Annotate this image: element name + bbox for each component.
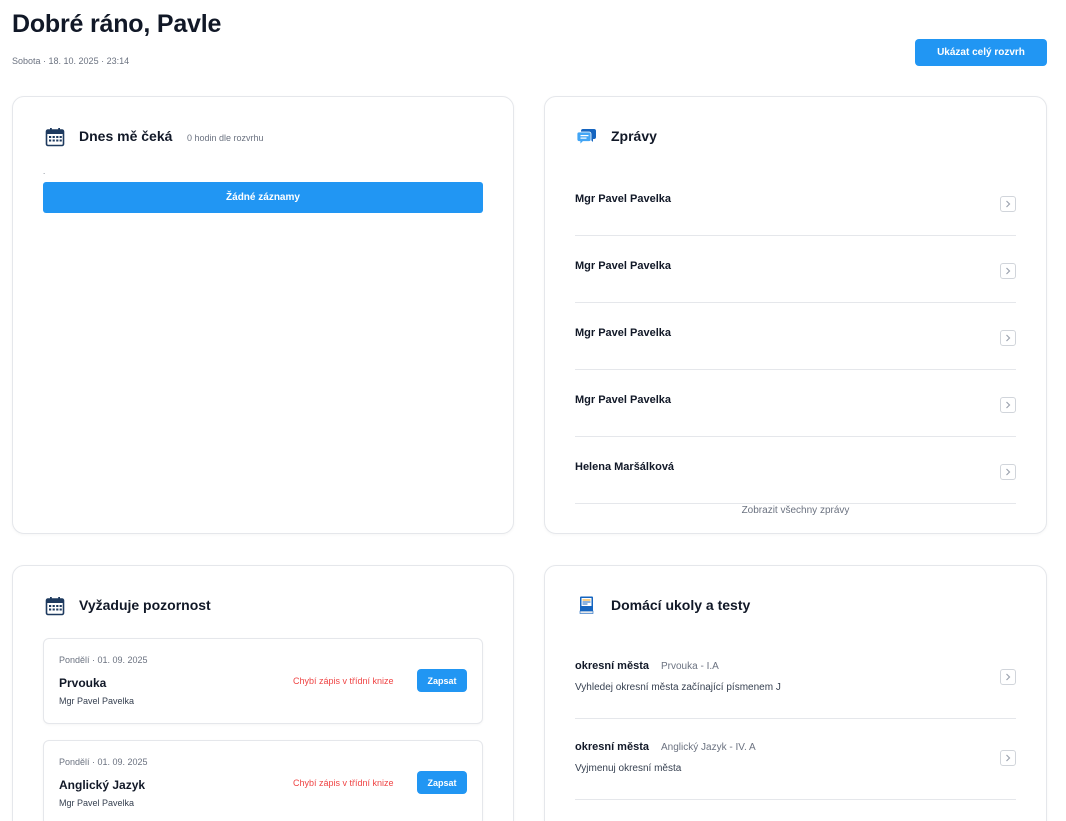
homework-subject: Prvouka - I.A [661, 661, 719, 672]
current-date: Sobota · 18. 10. 2025 · 23:14 [12, 56, 130, 66]
message-sender: Mgr Pavel Pavelka [575, 394, 672, 406]
today-title: Dnes mě čeká [79, 128, 173, 144]
chevron-right-icon[interactable] [1000, 397, 1016, 413]
attention-item: Pondělí · 01. 09. 2025 Anglický Jazyk Mg… [43, 740, 483, 821]
write-entry-button[interactable]: Zapsat [417, 771, 467, 794]
message-sender: Helena Maršálková [575, 461, 675, 473]
chat-bubbles-icon [576, 126, 597, 146]
show-all-messages-link[interactable]: Zobrazit všechny zprávy [575, 505, 1016, 516]
message-item[interactable]: Helena Maršálková [575, 437, 1016, 504]
homework-description: Vyjmenuj okresní města [575, 763, 682, 774]
show-full-schedule-button[interactable]: Ukázat celý rozvrh [915, 39, 1047, 66]
page-title: Dobré ráno, Pavle [12, 10, 222, 38]
homework-card: Domácí ukoly a testy okresní města Prvou… [544, 565, 1047, 821]
lesson-teacher: Mgr Pavel Pavelka [59, 696, 135, 706]
lesson-subject: Prvouka [59, 676, 107, 690]
lesson-date: Pondělí · 01. 09. 2025 [59, 655, 148, 665]
no-records-button[interactable]: Žádné záznamy [43, 182, 483, 213]
message-sender: Mgr Pavel Pavelka [575, 327, 672, 339]
today-card: Dnes mě čeká 0 hodin dle rozvrhu . Žádné… [12, 96, 514, 534]
homework-description: Vyhledej okresní města začínající písmen… [575, 682, 781, 693]
lesson-subject: Anglický Jazyk [59, 778, 146, 792]
chevron-right-icon[interactable] [1000, 330, 1016, 346]
chevron-right-icon[interactable] [1000, 196, 1016, 212]
message-item[interactable]: Mgr Pavel Pavelka [575, 370, 1016, 437]
missing-entry-warning: Chybí zápis v třídní knize [293, 676, 394, 686]
attention-item: Pondělí · 01. 09. 2025 Prvouka Mgr Pavel… [43, 638, 483, 724]
message-sender: Mgr Pavel Pavelka [575, 193, 672, 205]
write-entry-button[interactable]: Zapsat [417, 669, 467, 692]
homework-title-text: okresní města [575, 660, 649, 672]
messages-card: Zprávy Mgr Pavel Pavelka Mgr Pavel Pavel… [544, 96, 1047, 534]
lesson-date: Pondělí · 01. 09. 2025 [59, 757, 148, 767]
homework-subject: Anglický Jazyk - IV. A [661, 742, 756, 753]
chevron-right-icon[interactable] [1000, 750, 1016, 766]
missing-entry-warning: Chybí zápis v třídní knize [293, 778, 394, 788]
chevron-right-icon[interactable] [1000, 669, 1016, 685]
attention-card: Vyžaduje pozornost Pondělí · 01. 09. 202… [12, 565, 514, 821]
today-hours-count: 0 hodin dle rozvrhu [187, 133, 264, 143]
message-sender: Mgr Pavel Pavelka [575, 260, 672, 272]
lesson-teacher: Mgr Pavel Pavelka [59, 798, 135, 808]
today-dot: . [43, 167, 46, 176]
chevron-right-icon[interactable] [1000, 464, 1016, 480]
book-icon [577, 595, 597, 615]
calendar-icon [45, 596, 65, 616]
homework-title-text: okresní města [575, 741, 649, 753]
calendar-icon [45, 127, 65, 147]
homework-item[interactable]: okresní města Anglický Jazyk - IV. A Vyj… [575, 719, 1016, 800]
homework-item[interactable]: okresní města Prvouka - I.A Vyhledej okr… [575, 638, 1016, 719]
chevron-right-icon[interactable] [1000, 263, 1016, 279]
homework-title: Domácí ukoly a testy [611, 597, 751, 613]
attention-title: Vyžaduje pozornost [79, 597, 211, 613]
message-item[interactable]: Mgr Pavel Pavelka [575, 169, 1016, 236]
message-item[interactable]: Mgr Pavel Pavelka [575, 303, 1016, 370]
messages-title: Zprávy [611, 128, 657, 144]
message-item[interactable]: Mgr Pavel Pavelka [575, 236, 1016, 303]
